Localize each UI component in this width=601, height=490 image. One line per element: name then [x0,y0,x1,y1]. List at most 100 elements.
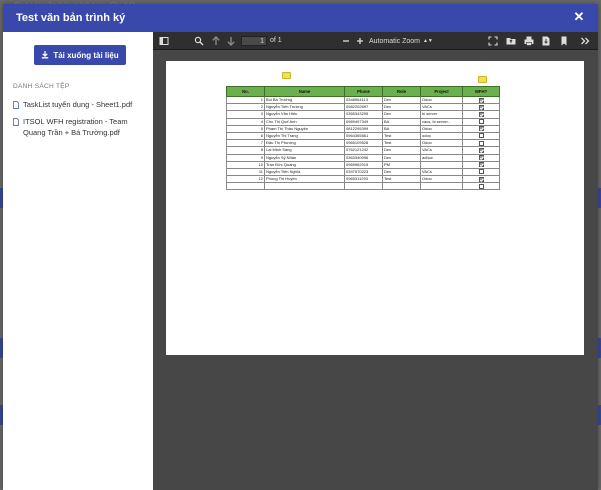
cell-role: Dev [382,103,421,112]
empty-cell [264,182,345,191]
column-header: Name [264,86,345,97]
zoom-level: Automatic Zoom [369,38,420,45]
cell-name: Phạm Thị Thảo Nguyên [264,124,345,133]
pdf-file-icon [13,101,19,109]
checked-checkbox-icon [478,162,484,168]
cell-no: 1 [226,95,265,105]
unchecked-checkbox-icon [478,133,484,139]
checked-checkbox-icon [478,176,484,182]
cell-wfh [462,160,500,169]
cell-role: Test [382,131,421,141]
page-count-label: of 1 [270,37,282,44]
table-row: 5 Phạm Thị Thảo Nguyên 0812295399 BA Odoo [226,124,500,133]
checked-checkbox-icon [478,111,484,117]
open-file-icon[interactable] [505,35,517,47]
zoom-select[interactable]: Automatic Zoom ▲▼ [369,36,435,46]
cell-name: Nguyễn Tiến Nghĩa [264,167,345,177]
empty-cell [344,182,383,191]
cell-role: Dev [382,153,421,162]
checked-checkbox-icon [478,147,484,153]
cell-project: odoo [420,131,463,141]
cell-no: 6 [226,131,265,141]
cell-no: 3 [226,110,265,119]
table-row: 10 Trần Đức Quang 0969962015 PM [226,160,500,169]
checked-checkbox-icon [478,97,484,103]
file-list-item[interactable]: ITSOL WFH registration - Team Quang Trần… [13,116,149,138]
presentation-mode-icon[interactable] [487,35,499,47]
bookmark-icon[interactable] [558,35,570,47]
zoom-out-icon[interactable] [340,35,352,47]
cell-project: VACs [420,167,463,177]
cell-wfh [462,124,500,133]
cell-project: Odoo [420,95,463,105]
cell-no: 9 [226,153,265,162]
file-name: TaskList tuyển dụng - Sheet1.pdf [23,100,133,109]
sticky-note-icon[interactable] [282,72,291,79]
checked-checkbox-icon [478,126,484,132]
chevron-down-icon: ▲▼ [422,38,433,44]
cell-phone: 0348964113 [344,95,383,105]
column-header: Phone [344,86,383,97]
cell-no: 4 [226,117,265,126]
download-icon[interactable] [540,35,552,47]
file-list-item[interactable]: TaskList tuyển dụng - Sheet1.pdf [13,99,149,110]
column-header: No. [226,86,265,97]
sidebar-toggle-icon[interactable] [158,35,170,47]
cell-role: Dev [382,146,421,155]
cell-no: 7 [226,139,265,148]
column-header: Project [420,86,463,97]
cell-project: Odoo [420,175,463,184]
cell-name: Chu Thị Quế Anh [264,117,345,126]
table-row: 9 Nguyễn Sỹ Nhân 0363340096 Dev adhoc [226,153,500,162]
cell-name: Bùi Bá Trường [264,95,345,105]
file-list-heading: DANH SÁCH TỆP [13,83,70,90]
cell-name: Nguyễn Thị Trang [264,131,345,141]
pdf-toolbar: of 1 Automatic Zoom▲▼ [153,32,598,50]
page-down-icon[interactable] [225,35,237,47]
sticky-note-icon[interactable] [478,76,487,83]
empty-cell [462,182,500,191]
unchecked-checkbox-icon [478,119,484,125]
cell-no: 11 [226,167,265,177]
empty-cell [382,182,421,191]
cell-role: Dev [382,167,421,177]
search-icon[interactable] [193,35,205,47]
table-row: 8 Lại Minh Sáng 0762121242 Dev VACs [226,146,500,155]
table-row: 6 Nguyễn Thị Trang 0964365561 Test odoo [226,131,500,141]
cell-name: Trần Đức Quang [264,160,345,169]
column-header: Role [382,86,421,97]
page-number-input[interactable] [241,36,267,46]
unchecked-checkbox-icon [478,140,484,146]
cell-no: 8 [226,146,265,155]
table-row: 1 Bùi Bá Trường 0348964113 Dev Odoo [226,95,500,105]
cell-role: BA [382,117,421,126]
page-up-icon[interactable] [210,35,222,47]
cell-wfh [462,131,500,141]
cell-phone: 0397570223 [344,167,383,177]
cell-name: Đậu Thị Phương [264,139,345,148]
cell-name: Lại Minh Sáng [264,146,345,155]
cell-wfh [462,110,500,119]
cell-phone: 0964365561 [344,131,383,141]
print-icon[interactable] [523,35,535,47]
close-icon[interactable]: ✕ [572,10,586,24]
cell-wfh [462,95,500,105]
download-document-button[interactable]: Tải xuống tài liệu [34,45,126,65]
checked-checkbox-icon [478,155,484,161]
pdf-page: No. Name Phone Role Project WFH? 1 Bùi Bá… [166,61,584,355]
cell-wfh [462,103,500,112]
cell-phone: 0812295399 [344,124,383,133]
unchecked-checkbox-icon [478,169,484,175]
cell-phone: 0355343295 [344,110,383,119]
download-icon [42,51,49,59]
file-sidebar: Tải xuống tài liệu DANH SÁCH TỆP TaskLis… [3,32,153,490]
cell-phone: 0982202697 [344,103,383,112]
download-button-label: Tải xuống tài liệu [53,50,119,60]
cell-name: Nguyễn Văn Hiếu [264,110,345,119]
zoom-in-icon[interactable] [354,35,366,47]
cell-wfh [462,167,500,177]
cell-phone: 0363340096 [344,153,383,162]
table-row: 12 Phùng Thị Huyền 0965311293 Test Odoo [226,175,500,184]
column-header: WFH? [462,86,500,97]
tools-icon[interactable] [579,35,591,47]
